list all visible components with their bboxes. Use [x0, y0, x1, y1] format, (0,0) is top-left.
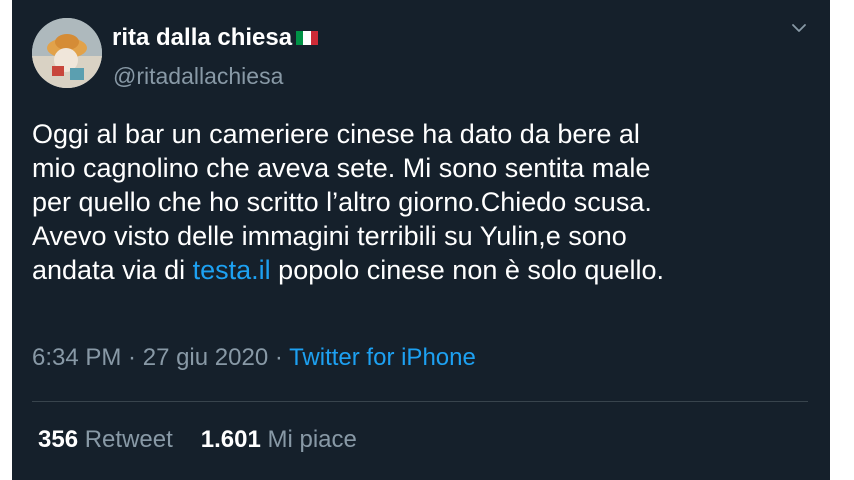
tweet-date[interactable]: 27 giu 2020 — [143, 344, 268, 371]
like-count: 1.601 — [200, 426, 261, 453]
tweet-text-line: Avevo visto delle immagini terribili su … — [32, 221, 627, 251]
tweet-text-line: mio cagnolino che aveva sete. Mi sono se… — [32, 153, 651, 183]
author-handle[interactable]: @ritadallachiesa — [113, 63, 283, 90]
tweet-text-segment: andata via di — [32, 255, 193, 285]
flag-stripe-green — [296, 31, 304, 45]
author-name[interactable]: rita dalla chiesa — [112, 24, 292, 52]
tweet-text-segment: popolo cinese non è solo quello. — [270, 255, 664, 285]
tweet-card: rita dalla chiesa @ritadallachiesa Oggi … — [12, 0, 830, 480]
author-name-row: rita dalla chiesa — [112, 24, 319, 52]
tweet-time[interactable]: 6:34 PM — [32, 344, 121, 371]
avatar[interactable] — [32, 18, 102, 88]
divider — [32, 401, 808, 402]
retweet-label: Retweet — [84, 426, 173, 453]
tweet-link[interactable]: testa.il — [193, 255, 271, 285]
tweet-source[interactable]: Twitter for iPhone — [289, 344, 476, 371]
tweet-text-line: per quello che ho scritto l’altro giorno… — [32, 187, 652, 217]
italy-flag-icon — [296, 31, 319, 45]
tweet-meta: 6:34 PM · 27 giu 2020 · Twitter for iPho… — [32, 344, 476, 372]
retweet-count: 356 — [38, 426, 79, 453]
tweet-text-line: andata via di testa.il popolo cinese non… — [32, 253, 792, 287]
chevron-down-icon[interactable] — [790, 22, 808, 34]
meta-separator: · — [268, 344, 290, 371]
flag-stripe-white — [303, 31, 311, 45]
avatar-image — [32, 18, 102, 88]
flag-stripe-red — [310, 31, 319, 45]
tweet-text-line: Oggi al bar un cameriere cinese ha dato … — [32, 119, 640, 149]
tweet-stats: 356 Retweet 1.601 Mi piace — [38, 426, 357, 454]
likes-stat[interactable]: 1.601 Mi piace — [201, 426, 357, 453]
tweet-text: Oggi al bar un cameriere cinese ha dato … — [32, 117, 792, 287]
like-label: Mi piace — [267, 426, 357, 453]
retweets-stat[interactable]: 356 Retweet — [38, 426, 173, 453]
meta-separator: · — [121, 344, 143, 371]
